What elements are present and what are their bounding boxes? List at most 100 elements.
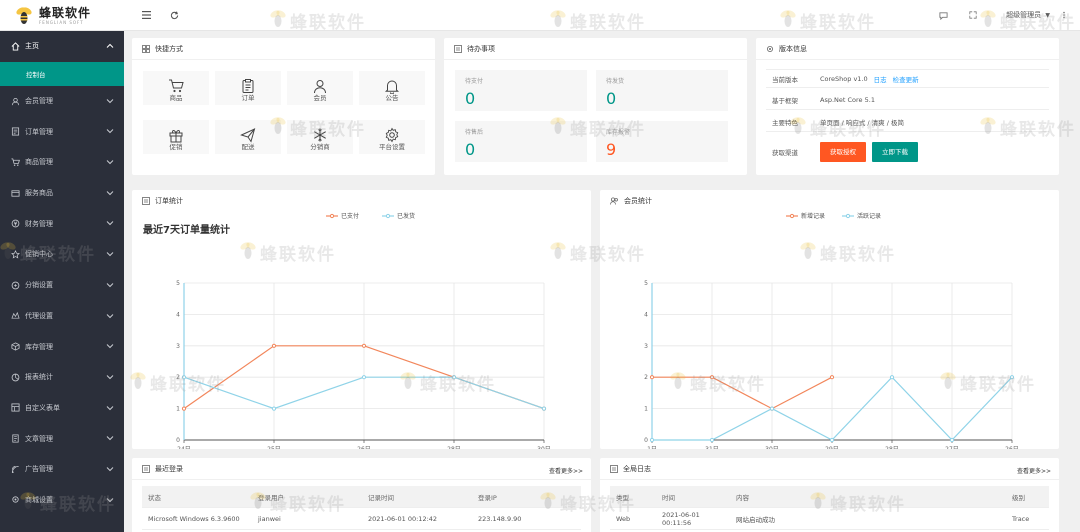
sidebar-item-service[interactable]: 服务商品 [0, 178, 124, 209]
refresh-icon[interactable] [167, 8, 181, 22]
sidebar-item-ad[interactable]: 广告管理 [0, 454, 124, 485]
agent-icon [10, 311, 20, 321]
sidebar-item-label: 财务管理 [25, 219, 53, 228]
check-update-link[interactable]: 检查更新 [893, 74, 919, 84]
data-point [181, 406, 187, 411]
sidebar-item-settings[interactable]: 商城设置 [0, 485, 124, 516]
sidebar-item-cart[interactable]: 商品管理 [0, 147, 124, 178]
legend-label: 新增记录 [801, 212, 825, 220]
table-cell: 2021-06-01 00:11:56 [662, 510, 700, 527]
sidebar-item-home[interactable]: 主页 [0, 31, 124, 62]
gear-icon [766, 45, 774, 53]
y-tick-label: 3 [644, 343, 648, 350]
sidebar-item-stock[interactable]: 库存管理 [0, 331, 124, 362]
todo-item[interactable]: 待支付 0 [455, 70, 587, 111]
more-options-icon[interactable] [1057, 8, 1071, 22]
home-icon [10, 41, 20, 51]
card-title: 最近登录 [155, 464, 183, 473]
view-more-link[interactable]: 查看更多>> [549, 466, 583, 475]
shortcut-clipboard[interactable]: 订单 [215, 71, 281, 105]
promo-icon [10, 249, 20, 259]
shortcut-cart[interactable]: 商品 [143, 71, 209, 105]
y-tick-label: 2 [644, 374, 648, 381]
report-icon [10, 372, 20, 382]
card-title: 订单统计 [155, 197, 183, 205]
form-icon [10, 403, 20, 413]
view-more-link[interactable]: 查看更多>> [1017, 466, 1051, 475]
sidebar-item-order[interactable]: 订单管理 [0, 116, 124, 147]
version-value: Asp.Net Core 5.1 [820, 96, 875, 104]
user-menu[interactable]: 超级管理员 ▼ [1006, 10, 1050, 20]
shortcut-paper-plane[interactable]: 配送 [215, 120, 281, 154]
column-header: 登录用户 [258, 493, 284, 502]
card-header: 订单统计 [132, 190, 591, 212]
chevron-down-icon [106, 404, 114, 412]
shortcut-gear[interactable]: 平台设置 [359, 120, 425, 154]
shortcut-bell[interactable]: 公告 [359, 71, 425, 105]
changelog-link[interactable]: 日志 [874, 74, 887, 84]
x-tick-label: 30日 [537, 446, 551, 449]
brand-logo[interactable]: 蜂联软件 FENGLIAN SOFT [0, 0, 124, 31]
x-tick-label: 26日 [357, 446, 371, 449]
sidebar-item-promo[interactable]: 促销中心 [0, 239, 124, 270]
todo-item[interactable]: 待发货 0 [596, 70, 728, 111]
cart-icon [169, 79, 184, 93]
chevron-down-icon [106, 219, 114, 227]
todo-item[interactable]: 待售后 0 [455, 121, 587, 162]
card-header: 最近登录 [132, 458, 591, 480]
sidebar-item-share[interactable]: 分销设置 [0, 270, 124, 301]
version-row: 获取渠道 获取授权 立即下载 [766, 135, 1049, 169]
grid-icon [142, 44, 150, 53]
sidebar-item-label: 会员管理 [25, 97, 53, 106]
card-header: 全局日志 [600, 458, 1059, 480]
sidebar-item-form[interactable]: 自定义表单 [0, 393, 124, 424]
bell-icon [384, 80, 400, 94]
version-info-card: 版本信息 当前版本 CoreShop v1.0 日志 检查更新 基于框架 Asp… [756, 38, 1059, 175]
data-point [949, 437, 955, 443]
shortcut-user[interactable]: 会员 [287, 71, 353, 105]
todo-label: 待售后 [465, 129, 484, 136]
recent-login-card: 最近登录 查看更多>> 状态 登录用户 记录时间 登录IP Microsoft Wind… [132, 458, 591, 532]
list-icon [454, 44, 462, 53]
version-row: 基于框架 Asp.Net Core 5.1 [766, 91, 1049, 110]
global-log-card: 全局日志 查看更多>> 类型 时间 内容 级别 Web 2021-06-01 00:11:… [600, 458, 1059, 532]
todo-card: 待办事项 待支付 0 待发货 0 待售后 0 库存报警 9 [444, 38, 747, 175]
menu-toggle-icon[interactable] [139, 8, 153, 22]
get-license-button[interactable]: 获取授权 [820, 142, 866, 162]
y-tick-label: 1 [176, 406, 180, 413]
card-title: 会员统计 [624, 197, 652, 205]
column-header: 状态 [148, 493, 161, 502]
table-row[interactable]: Web 2021-06-01 00:11:56 网站启动成功 Trace [610, 508, 1049, 530]
data-point [361, 343, 367, 348]
x-tick-label: 29日 [825, 446, 839, 449]
sidebar-item-article[interactable]: 文章管理 [0, 423, 124, 454]
sidebar-item-finance[interactable]: 财务管理 [0, 208, 124, 239]
user-menu-label: 超级管理员 [1006, 11, 1042, 19]
card-header: 快捷方式 [132, 38, 435, 60]
sidebar-item-report[interactable]: 报表统计 [0, 362, 124, 393]
shortcut-gift[interactable]: 促销 [143, 120, 209, 154]
sidebar-item-label: 服务商品 [25, 189, 53, 198]
ad-icon [10, 464, 20, 474]
sidebar-item-user[interactable]: 会员管理 [0, 86, 124, 117]
fullscreen-icon[interactable] [966, 8, 980, 22]
table-row[interactable]: Microsoft Windows 6.3.9600 jianwei 2021-06… [142, 508, 581, 530]
sidebar-item-label: 商城设置 [25, 495, 53, 504]
message-icon[interactable] [936, 8, 950, 22]
table-header: 状态 登录用户 记录时间 登录IP [142, 486, 581, 508]
gift-icon [169, 130, 183, 143]
shortcut-snowflake[interactable]: 分销商 [287, 120, 353, 154]
sidebar-item-label: 分销设置 [25, 281, 53, 290]
version-key: 获取渠道 [772, 149, 798, 157]
chevron-down-icon: ▼ [1045, 12, 1050, 19]
y-tick-label: 0 [176, 437, 180, 444]
sidebar-item-label: 促销中心 [25, 250, 53, 259]
x-tick-label: 28日 [447, 446, 461, 449]
todo-item[interactable]: 库存报警 9 [596, 121, 728, 162]
todo-value: 9 [606, 140, 617, 159]
sidebar-subitem-dashboard[interactable]: 控制台 [0, 61, 124, 86]
sidebar-item-agent[interactable]: 代理设置 [0, 301, 124, 332]
download-button[interactable]: 立即下载 [872, 142, 918, 162]
chevron-down-icon [106, 496, 114, 504]
card-title: 版本信息 [779, 44, 807, 53]
